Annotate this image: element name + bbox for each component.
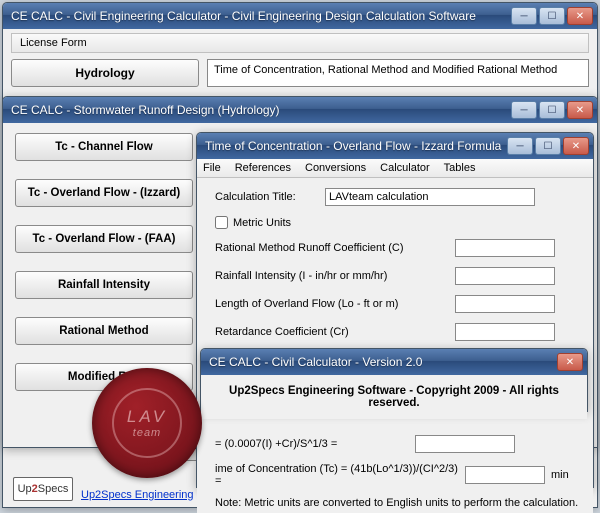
overland-length-input[interactable] — [455, 295, 555, 313]
maximize-button[interactable]: ☐ — [535, 137, 561, 155]
minimize-button[interactable]: ─ — [511, 101, 537, 119]
lavteam-seal-icon: LAV team — [92, 368, 202, 478]
izzard-titlebar[interactable]: Time of Concentration - Overland Flow - … — [197, 133, 593, 159]
maximize-button[interactable]: ☐ — [539, 101, 565, 119]
maximize-button[interactable]: ☐ — [539, 7, 565, 25]
izzard-menubar: File References Conversions Calculator T… — [197, 159, 593, 178]
up2specs-logo: Up2Specs — [13, 477, 73, 501]
equation1-output[interactable] — [415, 435, 515, 453]
menu-file[interactable]: File — [203, 162, 221, 174]
hydrology-title: CE CALC - Stormwater Runoff Design (Hydr… — [11, 103, 511, 117]
close-button[interactable]: ✕ — [567, 101, 593, 119]
izzard-title: Time of Concentration - Overland Flow - … — [205, 139, 507, 153]
tc-unit-label: min — [551, 469, 569, 481]
rainfall-intensity-label: Rainfall Intensity (I - in/hr or mm/hr) — [215, 270, 455, 282]
metric-units-checkbox[interactable] — [215, 216, 228, 229]
main-titlebar[interactable]: CE CALC - Civil Engineering Calculator -… — [3, 3, 597, 29]
window-controls: ─ ☐ ✕ — [511, 7, 593, 25]
window-controls: ✕ — [557, 353, 583, 371]
retardance-coef-input[interactable] — [455, 323, 555, 341]
window-controls: ─ ☐ ✕ — [507, 137, 589, 155]
close-button[interactable]: ✕ — [563, 137, 589, 155]
tc-output[interactable] — [465, 466, 545, 484]
calc-title-input[interactable] — [325, 188, 535, 206]
close-button[interactable]: ✕ — [567, 7, 593, 25]
equation2-label: ime of Concentration (Tc) = (41b(Lo^1/3)… — [215, 463, 465, 487]
hydrology-button[interactable]: Hydrology — [11, 59, 199, 87]
menu-conversions[interactable]: Conversions — [305, 162, 366, 174]
metric-units-label: Metric Units — [233, 217, 291, 229]
main-menubar[interactable]: License Form — [11, 33, 589, 53]
tc-overland-faa-button[interactable]: Tc - Overland Flow - (FAA) — [15, 225, 193, 253]
window-controls: ─ ☐ ✕ — [511, 101, 593, 119]
runoff-coef-input[interactable] — [455, 239, 555, 257]
main-title: CE CALC - Civil Engineering Calculator -… — [11, 9, 511, 23]
note-text: Note: Metric units are converted to Engl… — [215, 497, 579, 509]
tc-channel-flow-button[interactable]: Tc - Channel Flow — [15, 133, 193, 161]
minimize-button[interactable]: ─ — [507, 137, 533, 155]
rainfall-intensity-button[interactable]: Rainfall Intensity — [15, 271, 193, 299]
minimize-button[interactable]: ─ — [511, 7, 537, 25]
about-titlebar[interactable]: CE CALC - Civil Calculator - Version 2.0… — [201, 349, 587, 375]
tc-overland-izzard-button[interactable]: Tc - Overland Flow - (Izzard) — [15, 179, 193, 207]
rainfall-intensity-input[interactable] — [455, 267, 555, 285]
about-title: CE CALC - Civil Calculator - Version 2.0 — [209, 355, 557, 369]
close-button[interactable]: ✕ — [557, 353, 583, 371]
equation1-label: = (0.0007(I) +Cr)/S^1/3 = — [215, 438, 415, 450]
overland-length-label: Length of Overland Flow (Lo - ft or m) — [215, 298, 455, 310]
menu-calculator[interactable]: Calculator — [380, 162, 430, 174]
menu-references[interactable]: References — [235, 162, 291, 174]
hydrology-titlebar[interactable]: CE CALC - Stormwater Runoff Design (Hydr… — [3, 97, 597, 123]
retardance-coef-label: Retardance Coefficient (Cr) — [215, 326, 455, 338]
footer-link[interactable]: Up2Specs Engineering — [81, 489, 194, 501]
about-window: CE CALC - Civil Calculator - Version 2.0… — [200, 348, 588, 412]
rational-method-button[interactable]: Rational Method — [15, 317, 193, 345]
izzard-window: Time of Concentration - Overland Flow - … — [196, 132, 594, 488]
about-text: Up2Specs Engineering Software - Copyrigh… — [213, 385, 575, 409]
menu-tables[interactable]: Tables — [444, 162, 476, 174]
description-box: Time of Concentration, Rational Method a… — [207, 59, 589, 87]
runoff-coef-label: Rational Method Runoff Coefficient (C) — [215, 242, 455, 254]
